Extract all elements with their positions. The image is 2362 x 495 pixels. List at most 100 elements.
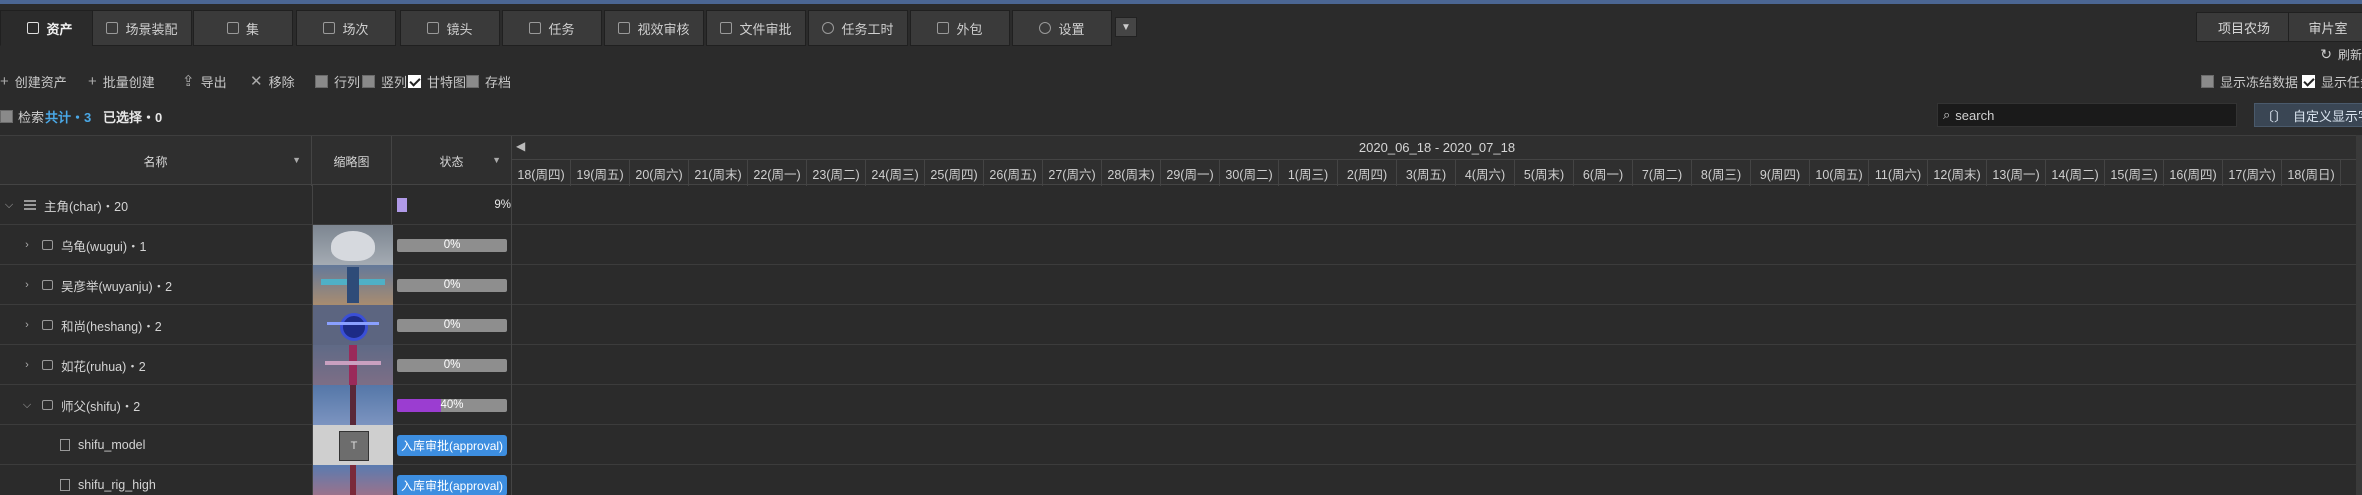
gantt-day-header: 15(周三) [2105, 160, 2164, 186]
table-row[interactable]: › 吴彦举(wuyanju)・2 0% [0, 265, 2362, 305]
row-view-toggle[interactable]: 行列 [315, 72, 360, 91]
table-row[interactable]: › 如花(ruhua)・2 0% [0, 345, 2362, 385]
asset-icon [42, 240, 53, 250]
tab-overflow-dropdown[interactable]: ▼ [1115, 17, 1137, 37]
asset-thumbnail[interactable] [313, 385, 393, 425]
gantt-day-header: 9(周四) [1751, 160, 1810, 186]
chevron-right-icon[interactable]: › [18, 319, 36, 331]
tab-task-hours[interactable]: 任务工时 [808, 10, 908, 46]
column-view-checkbox[interactable] [362, 75, 375, 88]
show-tasks-toggle[interactable]: 显示任务 [2302, 72, 2362, 91]
gantt-day-header: 6(周一) [1574, 160, 1633, 186]
progress-text: 0% [443, 318, 461, 331]
tab-assets[interactable]: 资产 [0, 10, 100, 46]
chevron-down-icon[interactable]: ⌵ [0, 199, 18, 212]
asset-thumbnail[interactable] [313, 465, 393, 495]
vfx-review-icon [618, 22, 631, 34]
status-cell: 0% [392, 265, 512, 305]
asset-thumbnail[interactable] [313, 225, 393, 265]
create-asset-button[interactable]: + 创建资产 [0, 72, 67, 91]
main-tab-bar: 资产 场景装配 集 场次 镜头 任务 视效审核 文件审批 任务工时 外包 设置 … [0, 6, 2362, 46]
project-farm-button[interactable]: 项目农场 [2196, 12, 2292, 42]
tab-settings[interactable]: 设置 [1012, 10, 1112, 46]
export-button[interactable]: ⇪ 导出 [182, 72, 227, 91]
archive-checkbox[interactable] [466, 75, 479, 88]
gantt-row-cell[interactable] [512, 345, 2362, 385]
gantt-toggle[interactable]: 甘特图 [408, 72, 466, 91]
asset-toolbar: + 创建资产 + 批量创建 ⇪ 导出 ✕ 移除 行列 竖列 甘特图 存档 显示冻结数据 … [0, 66, 2362, 96]
gantt-checkbox[interactable] [408, 75, 421, 88]
tab-vfx-review[interactable]: 视效审核 [604, 10, 704, 46]
asset-icon [42, 320, 53, 330]
gantt-row-cell[interactable] [512, 265, 2362, 305]
table-row[interactable]: ⌵ 师父(shifu)・2 40% [0, 385, 2362, 425]
asset-thumbnail[interactable] [313, 345, 393, 385]
gantt-row-cell[interactable] [512, 425, 2362, 465]
archive-toggle[interactable]: 存档 [466, 72, 511, 91]
column-header-status[interactable]: 状态 ▼ [392, 136, 512, 186]
show-tasks-checkbox[interactable] [2302, 75, 2315, 88]
customize-fields-button[interactable]: 〔〕自定义显示字段 [2254, 103, 2362, 127]
gantt-day-header: 20(周六) [630, 160, 689, 186]
tab-episodes[interactable]: 集 [193, 10, 293, 46]
row-name-cell: › 如花(ruhua)・2 [0, 345, 312, 385]
batch-create-button[interactable]: + 批量创建 [88, 72, 155, 91]
row-view-checkbox[interactable] [315, 75, 328, 88]
tab-file-approval[interactable]: 文件审批 [706, 10, 806, 46]
search-checkbox[interactable] [0, 110, 13, 123]
chevron-down-icon[interactable]: ⌵ [18, 399, 36, 412]
table-row[interactable]: shifu_model 入库审批(approval) [0, 425, 2362, 465]
tab-tasks[interactable]: 任务 [502, 10, 602, 46]
window-top-strip [0, 0, 2362, 4]
asset-thumbnail[interactable] [313, 305, 393, 345]
table-row[interactable]: › 乌龟(wugui)・1 0% [0, 225, 2362, 265]
gantt-row-cell[interactable] [512, 305, 2362, 345]
sort-dropdown-icon[interactable]: ▼ [292, 155, 301, 165]
progress-text: 9% [494, 199, 511, 211]
status-badge[interactable]: 入库审批(approval) [397, 434, 508, 456]
status-badge[interactable]: 入库审批(approval) [397, 474, 508, 495]
search-input[interactable]: ⌕ search [1937, 103, 2237, 127]
row-label: shifu_model [78, 438, 146, 452]
asset-thumbnail[interactable] [313, 425, 393, 465]
column-header-name[interactable]: 名称 ▼ [0, 136, 312, 186]
gantt-row-cell[interactable] [512, 225, 2362, 265]
gantt-row-cell[interactable] [512, 185, 2362, 225]
tab-sequences[interactable]: 场次 [296, 10, 396, 46]
tab-shots[interactable]: 镜头 [400, 10, 500, 46]
progress-text: 0% [443, 358, 461, 371]
gantt-row-cell[interactable] [512, 385, 2362, 425]
column-header-thumbnail[interactable]: 缩略图 [312, 136, 392, 186]
gantt-day-header: 21(周末) [689, 160, 748, 186]
vertical-scrollbar[interactable] [2356, 135, 2362, 495]
progress-text: 0% [443, 278, 461, 291]
sort-dropdown-icon[interactable]: ▼ [492, 155, 501, 165]
tab-scene-assembly[interactable]: 场景装配 [92, 10, 192, 46]
box-icon [27, 22, 40, 34]
row-name-cell: ⌵ 主角(char)・20 [0, 185, 312, 225]
chevron-down-icon: ▼ [1121, 21, 1131, 33]
tab-outsource[interactable]: 外包 [910, 10, 1010, 46]
remove-button[interactable]: ✕ 移除 [250, 72, 295, 91]
chevron-right-icon[interactable]: › [18, 279, 36, 291]
search-toggle[interactable]: 检索 [0, 107, 44, 126]
asset-icon [42, 400, 53, 410]
chevron-right-icon[interactable]: › [18, 239, 36, 251]
show-frozen-toggle[interactable]: 显示冻结数据 [2201, 72, 2298, 91]
refresh-button[interactable]: ↻ 刷新 [2320, 46, 2362, 63]
screening-room-button[interactable]: 审片室 [2288, 12, 2362, 42]
status-cell: 9% [392, 185, 512, 225]
table-row[interactable]: shifu_rig_high 入库审批(approval) [0, 465, 2362, 495]
show-frozen-checkbox[interactable] [2201, 75, 2214, 88]
asset-table-body: ⌵ 主角(char)・20 9% › 乌龟(wugui)・1 0% › 吴彦举(wuyanju… [0, 185, 2362, 495]
gantt-row-cell[interactable] [512, 465, 2362, 495]
table-row[interactable]: › 和尚(heshang)・2 0% [0, 305, 2362, 345]
column-view-toggle[interactable]: 竖列 [362, 72, 407, 91]
table-row[interactable]: ⌵ 主角(char)・20 9% [0, 185, 2362, 225]
gantt-prev-icon[interactable]: ◀ [516, 139, 525, 153]
row-name-cell: ⌵ 师父(shifu)・2 [0, 385, 312, 425]
asset-thumbnail[interactable] [313, 265, 393, 305]
gantt-day-header: 3(周五) [1397, 160, 1456, 186]
gantt-day-header: 25(周四) [925, 160, 984, 186]
chevron-right-icon[interactable]: › [18, 359, 36, 371]
